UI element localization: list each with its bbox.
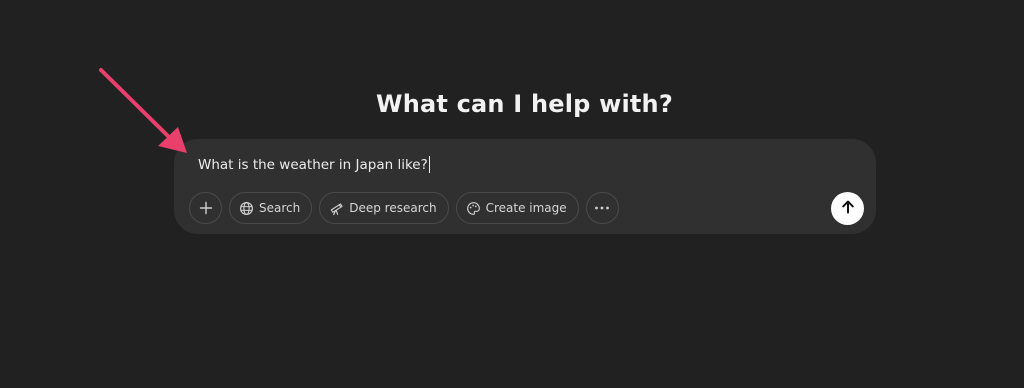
deep-research-button[interactable]: Deep research	[319, 192, 449, 224]
arrow-up-icon	[840, 199, 856, 219]
text-caret	[428, 156, 430, 173]
more-tools-button[interactable]	[585, 192, 619, 224]
more-horizontal-icon	[594, 205, 610, 211]
page-title: What can I help with?	[376, 90, 673, 118]
search-button-label: Search	[259, 201, 301, 215]
create-image-button-label: Create image	[485, 201, 567, 215]
composer-toolbar: Search Deep research Create image	[189, 192, 619, 224]
globe-icon	[239, 201, 254, 216]
create-image-button[interactable]: Create image	[455, 192, 579, 224]
send-button[interactable]	[831, 192, 864, 225]
deep-research-button-label: Deep research	[349, 201, 437, 215]
plus-icon	[199, 201, 213, 215]
palette-icon	[466, 201, 481, 216]
search-button[interactable]: Search	[229, 192, 313, 224]
add-attachment-button[interactable]	[189, 192, 222, 224]
telescope-icon	[329, 201, 344, 216]
prompt-composer: What is the weather in Japan like? Searc…	[174, 139, 876, 234]
prompt-input-value: What is the weather in Japan like?	[198, 156, 428, 173]
prompt-input[interactable]: What is the weather in Japan like?	[198, 156, 430, 173]
page: What can I help with? What is the weathe…	[0, 0, 1024, 388]
